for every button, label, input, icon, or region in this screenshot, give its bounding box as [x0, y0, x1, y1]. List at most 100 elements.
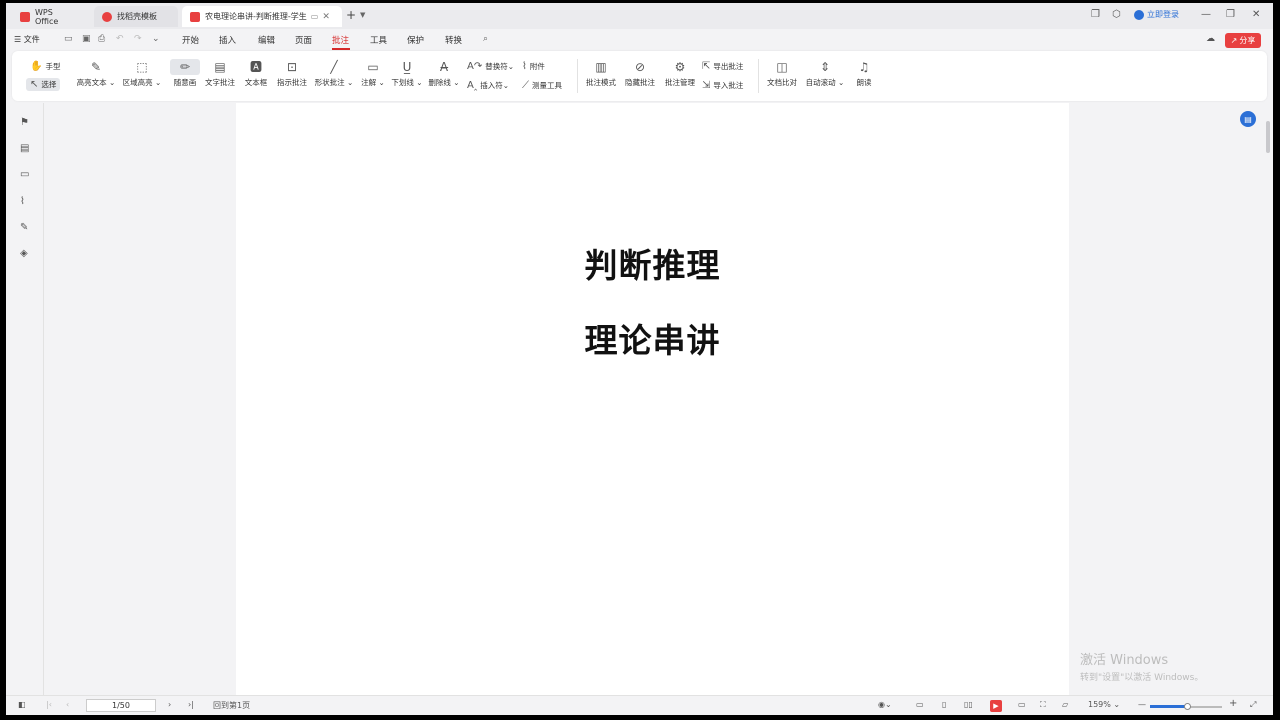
menu-page[interactable]: 页面: [295, 34, 312, 46]
file-menu[interactable]: ☰ 文件: [14, 34, 40, 45]
area-highlight-button[interactable]: ⬚ 区域高亮 ⌄: [122, 59, 162, 88]
close-window-icon[interactable]: ✕: [1252, 9, 1260, 20]
share-button[interactable]: ↗ 分享: [1225, 33, 1261, 48]
pdf-icon: [190, 11, 200, 22]
fit-page-icon[interactable]: ⛶: [1040, 700, 1046, 710]
tab-document[interactable]: 农电理论串讲-判断推理-学生 ▭ ✕: [182, 6, 342, 27]
continuous-page-icon[interactable]: ▯: [942, 700, 946, 709]
prev-page-icon[interactable]: ‹: [66, 700, 69, 709]
measure-tool-button[interactable]: ⟋ 测量工具: [522, 80, 562, 91]
hand-label: 手型: [45, 62, 61, 71]
insert-char-button[interactable]: A‸ 插入符 ⌄: [467, 80, 509, 91]
zoom-in-icon[interactable]: +: [1229, 698, 1237, 709]
wps-window: WPS Office 找稻壳模板 农电理论串讲-判断推理-学生 ▭ ✕ + ▼ …: [6, 3, 1273, 715]
zoom-slider-handle[interactable]: [1184, 703, 1191, 710]
menu-home[interactable]: 开始: [182, 34, 199, 46]
menu-convert[interactable]: 转换: [445, 34, 462, 46]
comment-mode-button[interactable]: ▥ 批注模式: [583, 59, 619, 88]
hand-tool-button[interactable]: ✋ 手型: [30, 61, 60, 72]
menu-comment[interactable]: 批注: [332, 34, 349, 46]
close-tab-icon[interactable]: ✕: [322, 12, 330, 22]
read-aloud-icon: ♫: [858, 60, 870, 74]
save-icon[interactable]: ▣: [82, 34, 91, 44]
cursor-icon: ↖: [30, 79, 39, 90]
last-page-icon[interactable]: ›|: [188, 700, 194, 709]
layers-icon[interactable]: ◈: [20, 248, 28, 259]
zoom-out-icon[interactable]: —: [1138, 700, 1146, 709]
attachment-label: 附件: [529, 62, 545, 71]
strikethrough-button[interactable]: A̶ 删除线 ⌄: [427, 59, 461, 88]
signature-icon[interactable]: ✎: [20, 222, 28, 233]
textbox-button[interactable]: 🅰 文本框: [240, 59, 272, 88]
next-page-icon[interactable]: ›: [168, 700, 171, 709]
text-comment-button[interactable]: ▤ 文字批注: [202, 59, 238, 88]
text-comment-icon: ▤: [214, 60, 226, 74]
menu-edit[interactable]: 编辑: [258, 34, 275, 46]
comment-bubble-icon: ▭: [310, 12, 319, 21]
fullscreen-icon[interactable]: ⤢: [1250, 700, 1256, 710]
select-tool-button[interactable]: ↖ 选择: [26, 78, 61, 91]
comment-icon[interactable]: ▭: [20, 169, 29, 180]
highlight-text-button[interactable]: ✎ 高亮文本 ⌄: [76, 59, 116, 88]
zoom-level[interactable]: 159% ⌄: [1088, 700, 1120, 709]
comment-mode-label: 批注模式: [586, 78, 616, 87]
note-view-icon[interactable]: ▱: [1062, 700, 1068, 709]
search-icon[interactable]: ⌕: [483, 34, 488, 44]
back-to-page-link[interactable]: 回到第1页: [213, 700, 250, 711]
login-link[interactable]: 立即登录: [1134, 9, 1179, 20]
redo-icon[interactable]: ↷: [134, 34, 142, 44]
undo-icon[interactable]: ↶: [116, 34, 124, 44]
vertical-scrollbar[interactable]: [1263, 103, 1273, 695]
eye-icon[interactable]: ◉⌄: [878, 700, 892, 709]
auto-scroll-button[interactable]: ⇕ 自动滚动 ⌄: [804, 59, 846, 88]
document-area[interactable]: 判断推理 理论串讲: [45, 103, 1263, 695]
play-icon[interactable]: ▶: [990, 700, 1002, 712]
comment-mode-icon: ▥: [595, 60, 607, 74]
sidebar-toggle-icon[interactable]: ◧: [18, 700, 26, 709]
restore-icon[interactable]: ❐: [1226, 9, 1235, 20]
single-page-icon[interactable]: ▭: [916, 700, 924, 709]
window-layout-icon[interactable]: ❐: [1091, 9, 1100, 20]
comment-manage-icon: ⚙: [674, 60, 686, 74]
new-tab-icon[interactable]: +: [346, 8, 356, 22]
freehand-button[interactable]: ✏ 随意画: [170, 59, 200, 88]
page-number-input[interactable]: 1/50: [86, 699, 156, 712]
export-comments-label: 导出批注: [713, 62, 744, 71]
shape-comment-button[interactable]: ╱ 形状批注 ⌄: [313, 59, 355, 88]
first-page-icon[interactable]: |‹: [46, 700, 52, 709]
document-page[interactable]: 判断推理 理论串讲: [236, 103, 1069, 695]
scroll-thumb[interactable]: [1266, 121, 1270, 153]
underline-button[interactable]: U̲ 下划线 ⌄: [390, 59, 424, 88]
tab-template[interactable]: 找稻壳模板: [94, 6, 178, 27]
import-comments-button[interactable]: ⇲ 导入批注: [702, 80, 743, 91]
chevron-down-icon[interactable]: ▼: [360, 11, 365, 19]
fit-width-icon[interactable]: ▭: [1018, 700, 1026, 709]
pointer-comment-label: 指示批注: [277, 78, 307, 87]
print-icon[interactable]: ⎙: [98, 34, 105, 44]
textbox-icon: 🅰: [249, 60, 262, 74]
minimize-icon[interactable]: —: [1201, 9, 1211, 20]
pointer-comment-button[interactable]: ⊡ 指示批注: [274, 59, 310, 88]
cloud-icon[interactable]: ☁: [1206, 34, 1215, 44]
attachment-icon[interactable]: ⌇: [20, 196, 25, 207]
ribbon-separator: [577, 59, 578, 93]
menu-tools[interactable]: 工具: [370, 34, 387, 46]
replace-char-button[interactable]: A↷ 替换符 ⌄: [467, 61, 514, 72]
more-chevron-icon[interactable]: ⌄: [152, 34, 160, 44]
annotate-button[interactable]: ▭ 注解 ⌄: [358, 59, 388, 88]
cube-icon[interactable]: ⬡: [1112, 9, 1121, 20]
open-folder-icon[interactable]: ▭: [64, 34, 73, 44]
tab-wps-office[interactable]: WPS Office: [12, 6, 86, 27]
hide-comments-button[interactable]: ⊘ 隐藏批注: [622, 59, 658, 88]
comment-manage-button[interactable]: ⚙ 批注管理: [662, 59, 698, 88]
attachment-button[interactable]: ⌇ 附件: [522, 61, 545, 72]
translate-icon[interactable]: ▤: [1240, 111, 1256, 127]
read-aloud-button[interactable]: ♫ 朗读: [850, 59, 878, 88]
menu-protect[interactable]: 保护: [407, 34, 424, 46]
bookmark-icon[interactable]: ⚑: [20, 117, 29, 128]
doc-compare-button[interactable]: ◫ 文档比对: [764, 59, 800, 88]
menu-insert[interactable]: 插入: [219, 34, 236, 46]
two-page-icon[interactable]: ▯▯: [964, 700, 973, 709]
export-comments-button[interactable]: ⇱ 导出批注: [702, 61, 743, 72]
thumbnail-icon[interactable]: ▤: [20, 143, 29, 154]
